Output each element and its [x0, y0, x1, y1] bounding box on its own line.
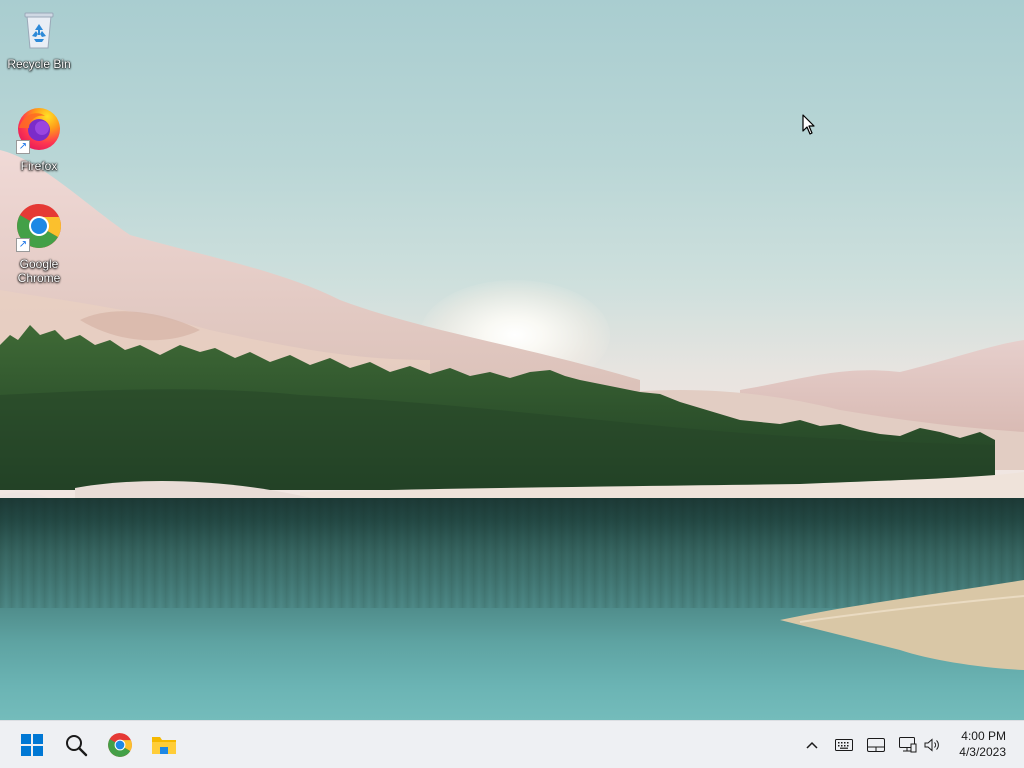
desktop-icon-firefox[interactable]: ↗ Firefox	[2, 104, 76, 173]
desktop-icon-label: Recycle Bin	[7, 57, 71, 71]
touchpad-tray-button[interactable]	[864, 733, 888, 757]
search-icon	[66, 735, 88, 757]
mouse-cursor-icon	[802, 114, 815, 135]
speaker-icon	[924, 738, 939, 752]
keyboard-icon	[835, 739, 853, 751]
volume-tray-button[interactable]	[922, 733, 944, 757]
windows-start-icon	[21, 734, 43, 756]
desktop-icon-google-chrome[interactable]: ↗ Google Chrome	[2, 202, 76, 285]
recycle-bin-icon	[24, 12, 54, 49]
keyboard-tray-button[interactable]	[832, 733, 856, 757]
taskbar-file-explorer-button[interactable]	[144, 725, 184, 765]
wallpaper-foreground-spit	[780, 580, 1024, 670]
network-icon	[899, 737, 917, 753]
search-button[interactable]	[56, 725, 96, 765]
desktop-icon-recycle-bin[interactable]: Recycle Bin	[2, 8, 76, 71]
desktop-icon-label: Google Chrome	[17, 257, 61, 285]
show-hidden-icons-button[interactable]	[802, 733, 822, 757]
chevron-up-icon	[806, 741, 818, 749]
shortcut-arrow-icon: ↗	[16, 140, 30, 154]
clock-date: 4/3/2023	[959, 745, 1006, 759]
chrome-icon	[108, 733, 132, 757]
desktop[interactable]: Recycle Bin ↗ Firefox ↗ Google Chrome	[0, 0, 1024, 720]
shortcut-arrow-icon: ↗	[16, 238, 30, 252]
taskbar-clock[interactable]: 4:00 PM 4/3/2023	[959, 728, 1006, 760]
desktop-icon-label: Firefox	[20, 159, 58, 173]
start-button[interactable]	[12, 725, 52, 765]
taskbar: 4:00 PM 4/3/2023	[0, 720, 1024, 768]
touchpad-icon	[867, 738, 885, 752]
folder-icon	[152, 737, 176, 754]
clock-time: 4:00 PM	[961, 729, 1006, 743]
taskbar-chrome-button[interactable]	[100, 725, 140, 765]
network-tray-button[interactable]	[896, 733, 920, 757]
